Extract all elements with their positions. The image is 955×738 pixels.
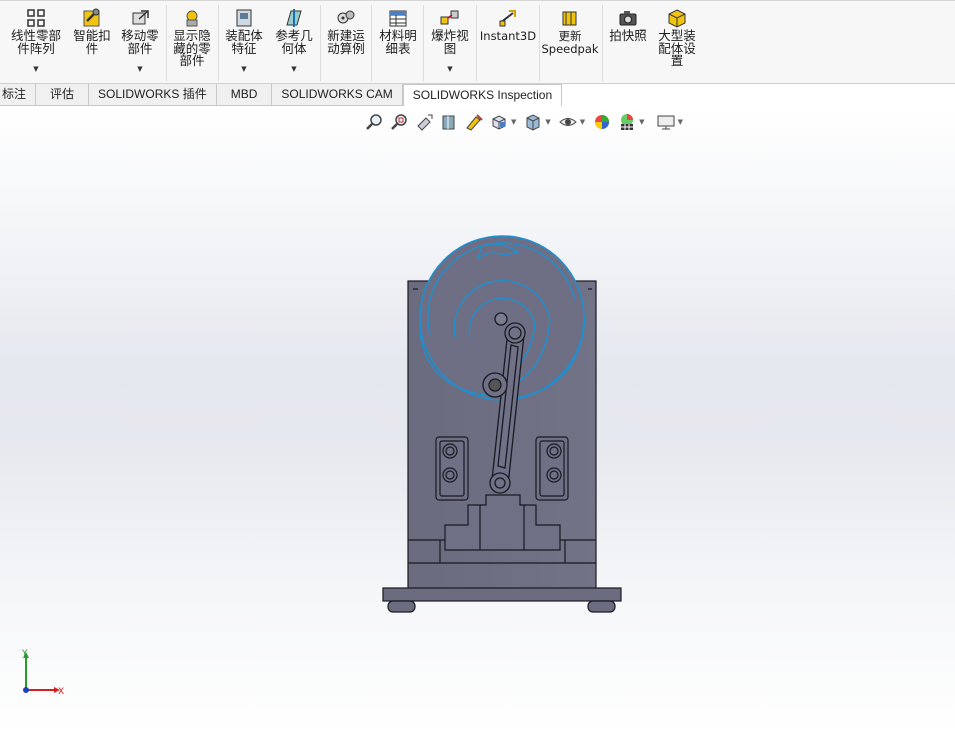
coordinate-triad: Y X (21, 649, 64, 697)
pillow-block-left (435, 436, 469, 501)
triad-y-label: Y (21, 649, 28, 659)
triad-x-label: X (58, 687, 64, 697)
assembly-model[interactable] (0, 0, 955, 738)
base-plate (382, 587, 622, 613)
pillow-block-right (535, 436, 569, 501)
